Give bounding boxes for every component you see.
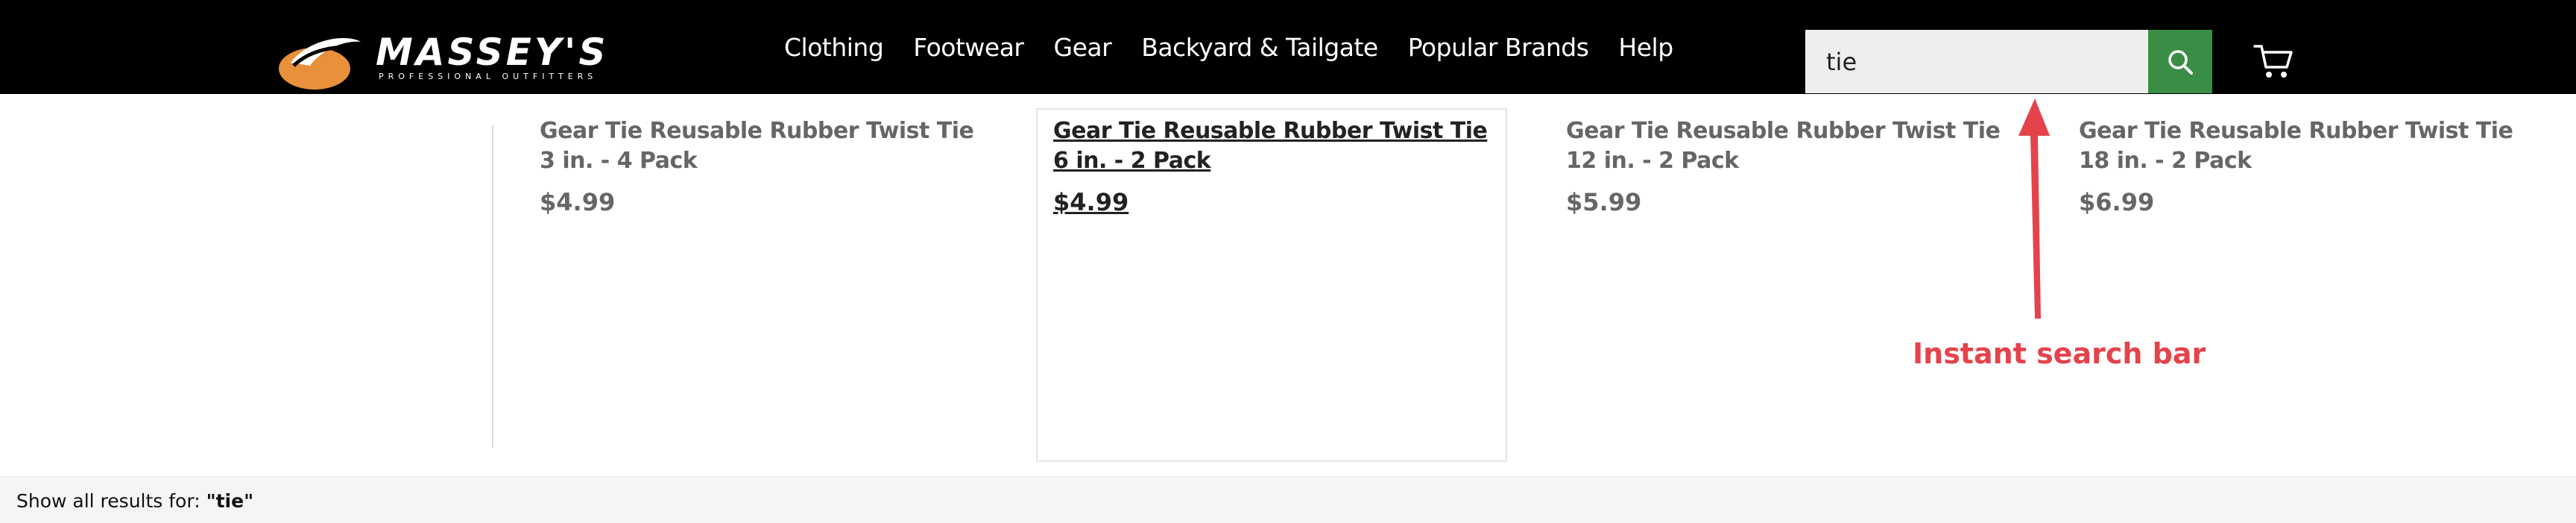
result-price: $4.99 [1053,188,1129,216]
nav-item-backyard-tailgate[interactable]: Backyard & Tailgate [1141,33,1378,62]
result-name[interactable]: Gear Tie Reusable Rubber Twist Tie 18 in… [2079,116,2541,176]
nav-item-footwear[interactable]: Footwear [913,33,1024,62]
nav-item-gear[interactable]: Gear [1054,33,1112,62]
main-nav: Clothing Footwear Gear Backyard & Tailga… [784,0,1703,94]
result-name[interactable]: Gear Tie Reusable Rubber Twist Tie 12 in… [1566,116,2021,176]
result-price: $6.99 [2079,188,2155,216]
brand-logo[interactable]: MASSEY'S PROFESSIONAL OUTFITTERS [277,31,626,91]
search-button[interactable] [2148,30,2212,93]
result-item[interactable]: Gear Tie Reusable Rubber Twist Tie 18 in… [2079,116,2541,216]
site-header: MASSEY'S PROFESSIONAL OUTFITTERS Clothin… [0,0,2576,94]
nav-item-popular-brands[interactable]: Popular Brands [1408,33,1589,62]
brand-name: MASSEY'S [376,31,609,74]
annotation-label: Instant search bar [1913,337,2206,370]
search-icon [2168,49,2193,75]
result-name[interactable]: Gear Tie Reusable Rubber Twist Tie 6 in.… [1053,116,1508,176]
show-all-results-bar[interactable]: Show all results for: "tie" [0,476,2576,523]
nav-item-help[interactable]: Help [1618,33,1673,62]
result-item[interactable]: Gear Tie Reusable Rubber Twist Tie 12 in… [1566,116,2021,216]
cart-button[interactable] [2253,42,2294,81]
results-divider [492,125,493,448]
annotation-arrow-icon [2018,98,2050,319]
search-bar [1805,30,2212,93]
search-input[interactable] [1805,30,2148,93]
result-item[interactable]: Gear Tie Reusable Rubber Twist Tie 3 in.… [540,116,994,216]
result-price: $4.99 [540,188,616,216]
massey-swoosh-logo-icon [279,38,361,90]
result-name[interactable]: Gear Tie Reusable Rubber Twist Tie 3 in.… [540,116,994,176]
show-all-prefix: Show all results for: [16,490,206,512]
nav-item-clothing[interactable]: Clothing [784,33,884,62]
show-all-query: "tie" [206,490,254,512]
result-item-active[interactable]: Gear Tie Reusable Rubber Twist Tie 6 in.… [1053,116,1508,216]
cart-icon [2253,45,2293,78]
brand-tagline: PROFESSIONAL OUTFITTERS [379,72,598,81]
result-price: $5.99 [1566,188,1642,216]
show-all-results-link[interactable]: Show all results for: "tie" [16,490,253,512]
